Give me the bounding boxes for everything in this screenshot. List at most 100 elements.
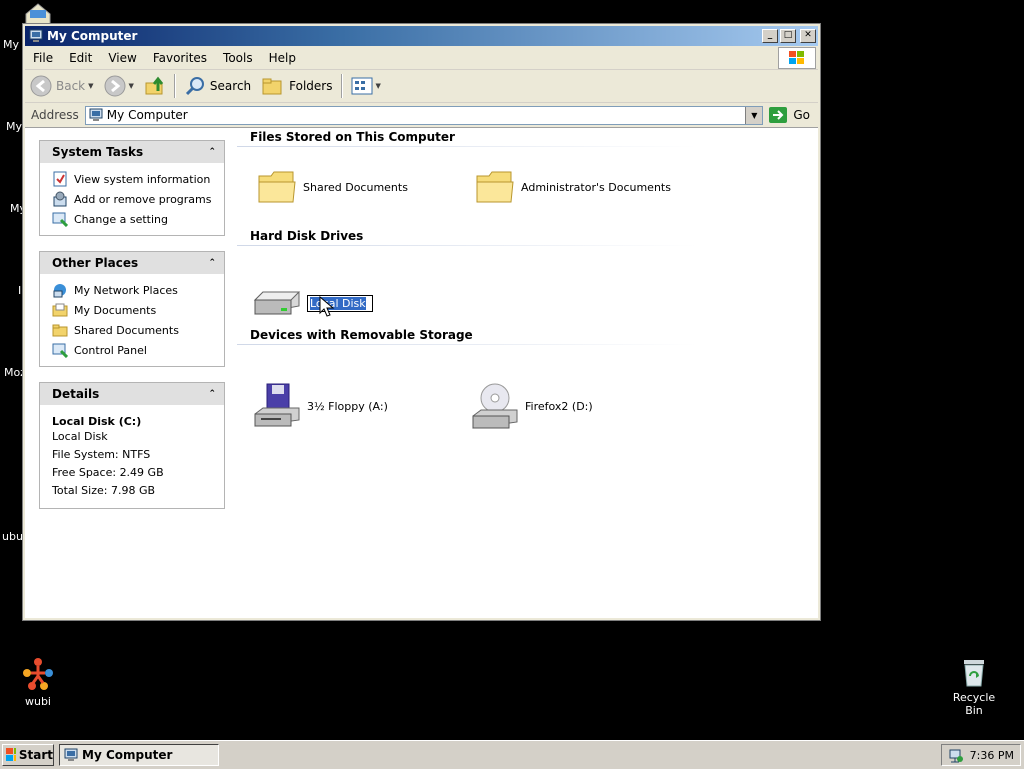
back-button[interactable]: Back ▼	[25, 73, 99, 99]
back-dropdown-icon[interactable]: ▼	[88, 82, 93, 90]
add-remove-programs-link[interactable]: Add or remove programs	[52, 189, 224, 209]
toolbar-separator	[173, 74, 176, 98]
folder-icon	[258, 171, 296, 203]
search-icon	[185, 77, 204, 96]
content-area: System Tasks ⌃ View system information A…	[25, 128, 818, 618]
link-label: View system information	[74, 172, 211, 186]
folder-icon	[476, 171, 514, 203]
menu-bar: File Edit View Favorites Tools Help	[25, 47, 818, 70]
link-label: My Network Places	[74, 283, 178, 297]
computer-icon	[89, 108, 103, 121]
up-folder-button[interactable]	[139, 73, 171, 99]
menu-view[interactable]: View	[100, 51, 144, 65]
folders-icon	[262, 78, 282, 95]
details-filesystem: File System: NTFS	[52, 448, 151, 461]
change-setting-link[interactable]: Change a setting	[52, 209, 224, 229]
system-info-icon	[53, 171, 67, 187]
title-bar[interactable]: My Computer _ □ ✕	[25, 26, 818, 46]
view-system-information-link[interactable]: View system information	[52, 169, 224, 189]
link-label: Add or remove programs	[74, 192, 212, 206]
go-label: Go	[793, 108, 810, 122]
cd-drive-item[interactable]: Firefox2 (D:)	[471, 382, 593, 430]
desktop-icon-recycle-bin[interactable]: Recycle Bin	[944, 656, 1004, 717]
mouse-cursor-icon	[319, 296, 335, 317]
search-label: Search	[209, 79, 252, 93]
toolbar-separator	[340, 74, 343, 98]
task-pane: System Tasks ⌃ View system information A…	[39, 140, 225, 524]
menu-edit[interactable]: Edit	[61, 51, 100, 65]
desktop-label-2[interactable]: My	[6, 120, 22, 133]
taskbar-my-computer[interactable]: My Computer	[59, 744, 219, 766]
collapse-icon[interactable]: ⌃	[208, 147, 216, 157]
clock[interactable]: 7:36 PM	[970, 749, 1014, 762]
tray-network-icon[interactable]	[948, 747, 964, 763]
details-total-size: Total Size: 7.98 GB	[52, 484, 156, 497]
shared-documents-link[interactable]: Shared Documents	[52, 320, 224, 340]
address-field[interactable]: My Computer ▼	[84, 105, 764, 125]
taskbar-task-label: My Computer	[82, 748, 173, 762]
other-places-panel: Other Places ⌃ My Network Places My Docu…	[39, 251, 225, 367]
windows-logo-icon	[778, 47, 816, 69]
main-view: Files Stored on This Computer Shared Doc…	[237, 128, 818, 618]
item-label: Firefox2 (D:)	[525, 399, 593, 413]
folder-icon	[52, 324, 68, 337]
go-button[interactable]: Go	[763, 107, 818, 123]
my-documents-link[interactable]: My Documents	[52, 300, 224, 320]
removable-group-header: Devices with Removable Storage	[250, 328, 473, 342]
computer-icon	[64, 748, 78, 761]
cd-drive-icon	[472, 383, 518, 429]
folders-button[interactable]: Folders	[256, 73, 337, 99]
computer-icon	[29, 29, 43, 42]
system-tasks-panel: System Tasks ⌃ View system information A…	[39, 140, 225, 236]
menu-help[interactable]: Help	[261, 51, 304, 65]
views-dropdown-icon[interactable]: ▼	[376, 82, 381, 90]
my-computer-window: My Computer _ □ ✕ File Edit View Favorit…	[22, 23, 821, 621]
administrators-documents-item[interactable]: Administrator's Documents	[475, 168, 671, 206]
control-panel-link[interactable]: Control Panel	[52, 340, 224, 360]
views-icon	[351, 77, 372, 95]
link-label: My Documents	[74, 303, 157, 317]
other-places-header[interactable]: Other Places ⌃	[40, 252, 224, 274]
details-title: Details	[52, 387, 100, 401]
floppy-drive-item[interactable]: 3½ Floppy (A:)	[253, 382, 388, 430]
system-tray: 7:36 PM	[941, 744, 1021, 766]
details-header[interactable]: Details ⌃	[40, 383, 224, 405]
minimize-button[interactable]: _	[762, 29, 778, 43]
search-button[interactable]: Search	[179, 73, 256, 99]
maximize-button[interactable]: □	[780, 29, 796, 43]
views-button[interactable]: ▼	[346, 73, 386, 99]
item-label: Shared Documents	[303, 180, 408, 194]
menu-favorites[interactable]: Favorites	[145, 51, 215, 65]
recycle-bin-icon	[964, 660, 984, 687]
forward-arrow-icon	[104, 75, 126, 97]
other-places-title: Other Places	[52, 256, 139, 270]
group-divider	[237, 344, 697, 345]
my-documents-icon	[52, 303, 68, 317]
window-title: My Computer	[47, 29, 138, 43]
forward-button[interactable]: ▼	[99, 73, 139, 99]
menu-file[interactable]: File	[25, 51, 61, 65]
forward-dropdown-icon[interactable]: ▼	[129, 82, 134, 90]
local-disk-item[interactable]: Local Disk	[253, 288, 373, 318]
address-dropdown-icon[interactable]: ▼	[745, 106, 763, 124]
system-tasks-title: System Tasks	[52, 145, 144, 159]
system-tasks-header[interactable]: System Tasks ⌃	[40, 141, 224, 163]
back-label: Back	[56, 79, 86, 93]
network-places-icon	[53, 284, 66, 298]
rename-input[interactable]: Local Disk	[307, 294, 373, 312]
details-free-space: Free Space: 2.49 GB	[52, 466, 164, 479]
folders-label: Folders	[289, 79, 333, 93]
link-label: Change a setting	[74, 212, 168, 226]
close-button[interactable]: ✕	[800, 29, 816, 43]
my-network-places-link[interactable]: My Network Places	[52, 280, 224, 300]
files-group-header: Files Stored on This Computer	[250, 130, 455, 144]
collapse-icon[interactable]: ⌃	[208, 389, 216, 399]
collapse-icon[interactable]: ⌃	[208, 258, 216, 268]
wubi-icon	[23, 658, 53, 690]
wubi-label: wubi	[24, 695, 51, 708]
shared-documents-item[interactable]: Shared Documents	[257, 168, 408, 206]
start-button[interactable]: Start	[2, 744, 54, 766]
menu-tools[interactable]: Tools	[215, 51, 261, 65]
desktop-icon-wubi[interactable]: wubi	[10, 656, 66, 708]
toolbar: Back ▼ ▼ Search Folders ▼	[25, 70, 818, 103]
